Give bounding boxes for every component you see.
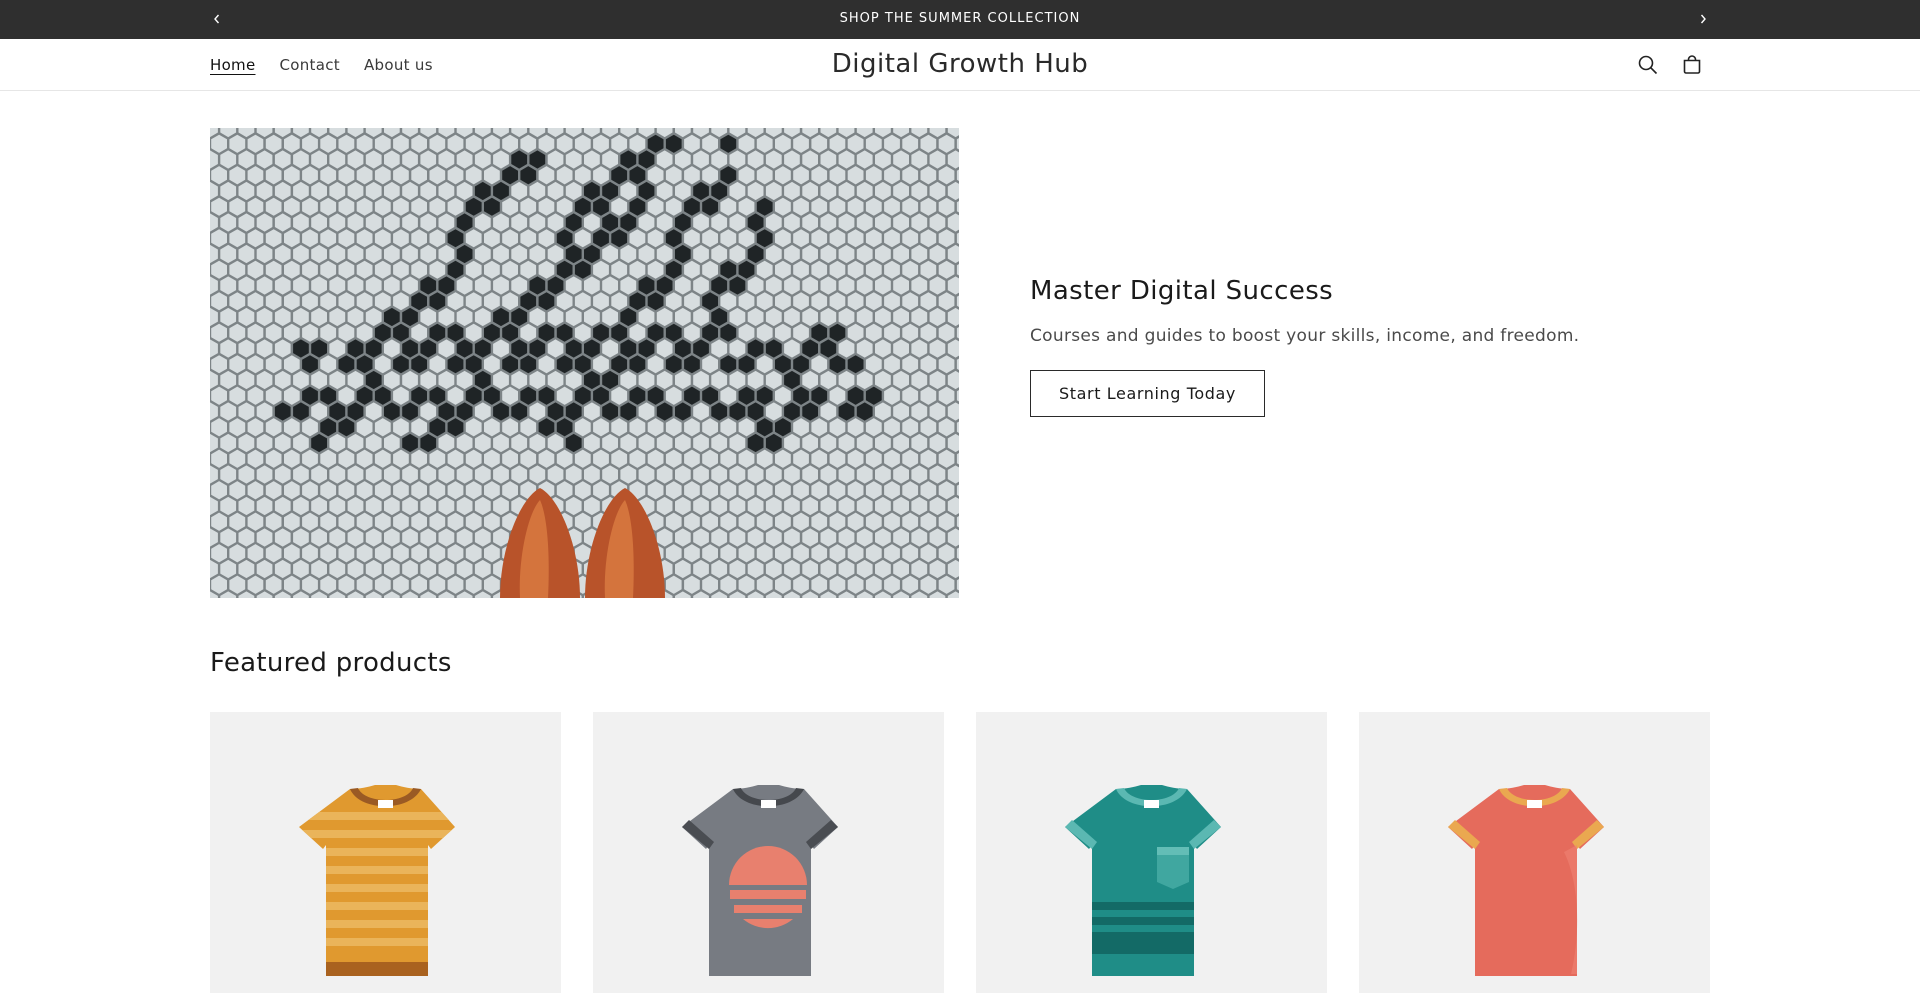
main-nav: Home Contact About us [210,39,457,91]
product-card[interactable] [976,712,1327,993]
gray-sunset-tshirt-image [682,785,838,976]
site-header: Home Contact About us Digital Growth Hub [0,39,1920,91]
striped-tshirt-image [299,785,455,976]
hero-content: Master Digital Success Courses and guide… [1030,276,1670,417]
product-card[interactable] [1359,712,1710,993]
hero-title: Master Digital Success [1030,276,1334,306]
coral-tshirt-image [1448,785,1604,976]
featured-title: Featured products [210,648,452,678]
product-card[interactable] [593,712,944,993]
nav-contact[interactable]: Contact [280,56,340,74]
teal-pocket-tshirt-image [1065,785,1221,976]
announcement-bar: SHOP THE SUMMER COLLECTION [0,0,1920,39]
announcement-text[interactable]: SHOP THE SUMMER COLLECTION [0,0,1920,39]
start-learning-button[interactable]: Start Learning Today [1030,370,1265,417]
search-icon[interactable] [1634,51,1662,79]
cart-icon[interactable] [1678,51,1706,79]
site-logo[interactable]: Digital Growth Hub [760,39,1160,91]
chevron-right-icon[interactable] [1693,10,1713,28]
product-card[interactable] [210,712,561,993]
nav-about-us[interactable]: About us [364,56,433,74]
hero-image [210,128,959,598]
hero-subtitle: Courses and guides to boost your skills,… [1030,326,1580,346]
nav-home[interactable]: Home [210,56,256,74]
